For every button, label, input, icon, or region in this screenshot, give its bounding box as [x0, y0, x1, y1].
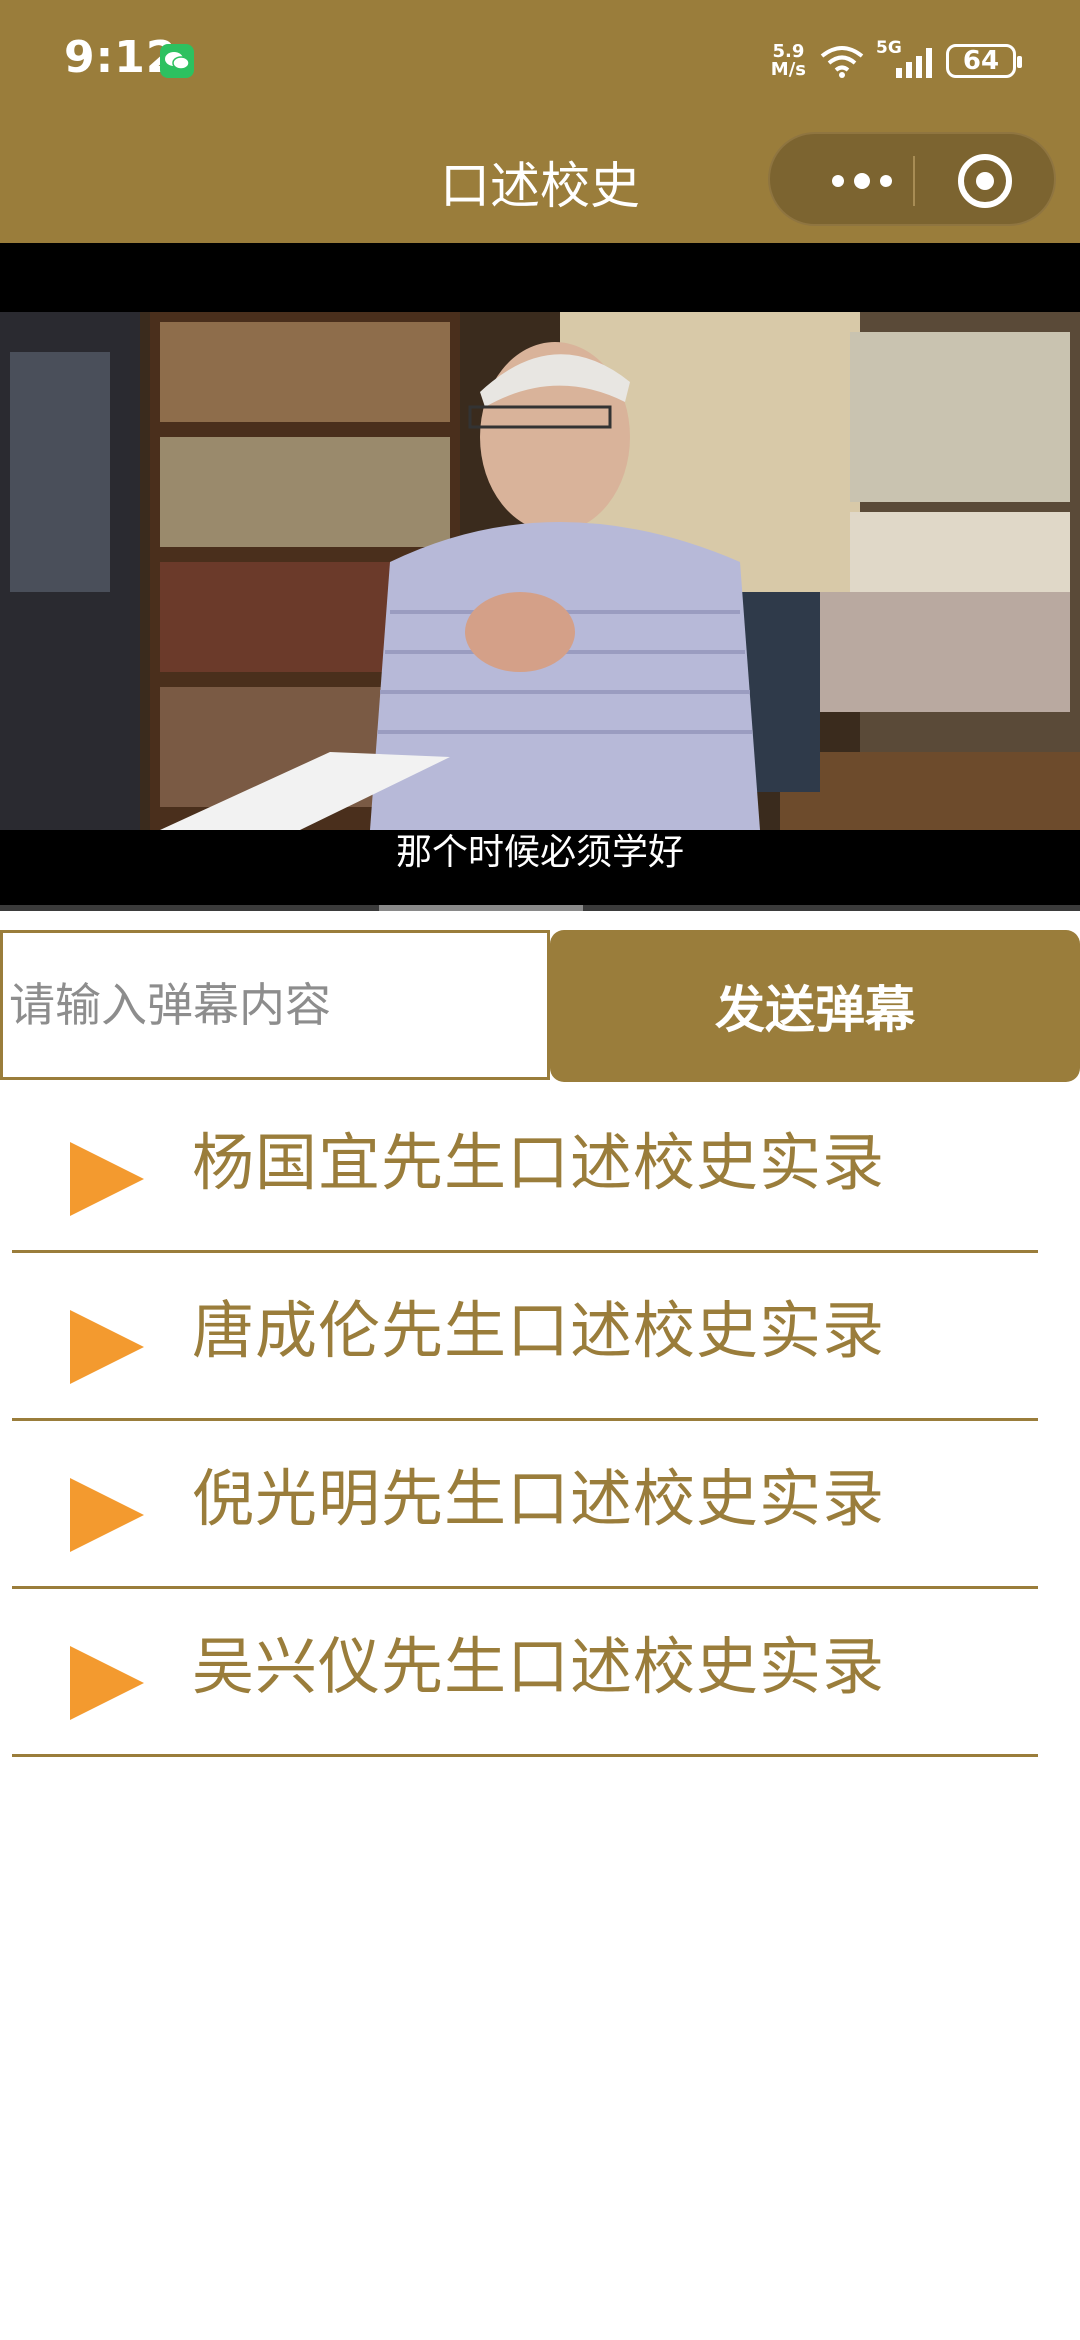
- capsule-divider: [913, 156, 915, 206]
- play-icon: [70, 1646, 144, 1720]
- play-icon: [70, 1142, 144, 1216]
- signal-type-label: 5G: [876, 38, 902, 58]
- more-dot-icon: [880, 175, 892, 187]
- battery-icon: 64: [946, 44, 1022, 78]
- wifi-icon: [820, 46, 864, 78]
- list-item[interactable]: 吴兴仪先生口述校史实录: [12, 1586, 1038, 1757]
- danmaku-input[interactable]: [0, 930, 550, 1080]
- close-miniprogram-button[interactable]: [958, 154, 1012, 208]
- app-header: 9:12 5.9 M/s 5G 64 口述校史: [0, 0, 1080, 243]
- net-speed: 5.9 M/s: [771, 43, 806, 79]
- send-danmaku-button[interactable]: 发送弹幕: [550, 930, 1080, 1082]
- cellular-signal-icon: 5G: [876, 38, 932, 78]
- wechat-notification-icon: [160, 44, 194, 78]
- miniprogram-capsule: [768, 132, 1056, 226]
- list-item-label: 倪光明先生口述校史实录: [192, 1462, 886, 1535]
- net-speed-unit: M/s: [770, 59, 806, 80]
- more-dot-icon: [832, 175, 844, 187]
- more-options-button[interactable]: [812, 134, 912, 228]
- video-player[interactable]: 那个时候必须学好: [0, 243, 1080, 911]
- video-progress-bar[interactable]: [0, 905, 1080, 911]
- play-icon: [70, 1478, 144, 1552]
- video-frame: [0, 312, 1080, 830]
- list-item[interactable]: 杨国宜先生口述校史实录: [12, 1082, 1038, 1253]
- list-item-label: 唐成伦先生口述校史实录: [192, 1294, 886, 1367]
- more-dot-icon: [854, 173, 870, 189]
- list-item[interactable]: 倪光明先生口述校史实录: [12, 1418, 1038, 1589]
- status-bar: 9:12 5.9 M/s 5G 64: [0, 0, 1080, 120]
- battery-level: 64: [962, 46, 1000, 76]
- video-progress-fill: [0, 905, 584, 911]
- status-icons: 5.9 M/s 5G 64: [771, 36, 1022, 86]
- video-subtitle: 那个时候必须学好: [395, 832, 684, 873]
- list-item[interactable]: 唐成伦先生口述校史实录: [12, 1250, 1038, 1421]
- list-item-label: 吴兴仪先生口述校史实录: [192, 1630, 886, 1703]
- list-item-label: 杨国宜先生口述校史实录: [192, 1126, 886, 1199]
- play-icon: [70, 1310, 144, 1384]
